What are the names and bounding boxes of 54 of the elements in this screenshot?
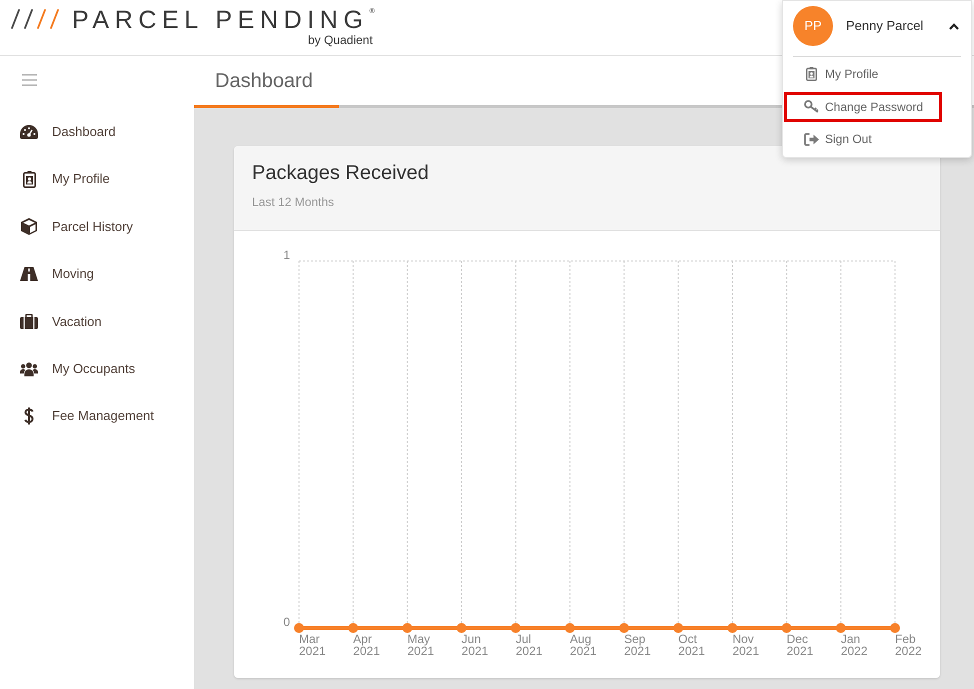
avatar: PP — [793, 6, 833, 46]
data-point — [782, 623, 792, 633]
chevron-up-icon[interactable] — [949, 22, 959, 30]
sidebar-item[interactable]: Vacation — [0, 298, 194, 345]
data-point — [402, 623, 412, 633]
road-icon — [20, 266, 38, 281]
suitcase-icon — [20, 314, 38, 329]
x-axis-label: Oct 2021 — [678, 632, 705, 658]
x-axis-label: Jul 2021 — [516, 632, 542, 658]
data-point — [890, 623, 900, 633]
sidebar-item[interactable]: Parcel History — [0, 202, 194, 250]
data-point — [673, 623, 684, 633]
x-axis-label: Jun 2021 — [462, 632, 488, 658]
x-axis-label: Dec 2021 — [786, 632, 814, 658]
data-point — [510, 623, 521, 633]
y-axis-label: 1 — [283, 248, 290, 262]
id-badge-icon — [806, 67, 817, 81]
users-icon — [20, 360, 38, 377]
x-axis-label: Aug 2021 — [570, 632, 597, 658]
key-icon — [804, 100, 819, 113]
x-axis-label: Mar 2021 — [299, 632, 326, 658]
data-point — [564, 623, 575, 633]
sidebar-item[interactable]: Dashboard — [0, 108, 194, 156]
x-axis-label: Feb 2022 — [895, 632, 922, 658]
menu-item[interactable]: Change Password — [784, 92, 942, 122]
dollar-icon — [24, 407, 34, 426]
logo-tagline: by Quadient — [308, 33, 373, 47]
x-axis-label: Jan 2022 — [840, 632, 868, 658]
gauge-icon — [20, 124, 38, 139]
data-point — [348, 623, 358, 633]
data-point — [456, 623, 467, 633]
data-point — [727, 623, 738, 633]
x-axis-label: Sep 2021 — [624, 632, 651, 658]
card-subtitle: Last 12 Months — [252, 195, 336, 209]
logo-wordmark: PARCEL PENDING — [72, 8, 369, 32]
x-axis-label: May 2021 — [407, 632, 434, 658]
data-point — [836, 623, 846, 633]
x-axis-label: Nov 2021 — [732, 632, 760, 658]
y-axis-label: 0 — [283, 615, 290, 629]
card-title: Packages Received — [252, 161, 430, 186]
sidebar-item[interactable]: My Profile — [0, 155, 194, 203]
slash-marks-icon — [11, 9, 59, 29]
user-name: Penny Parcel — [846, 17, 924, 36]
data-point — [294, 623, 304, 633]
menu-item[interactable]: My Profile — [784, 59, 942, 89]
sidebar-item[interactable]: My Occupants — [0, 344, 194, 392]
sidebar-item[interactable]: Moving — [0, 250, 194, 298]
id-badge-icon — [22, 170, 36, 188]
menu-item[interactable]: Sign Out — [784, 124, 942, 154]
sidebar-item[interactable]: Fee Management — [0, 392, 194, 440]
x-axis-label: Apr 2021 — [353, 632, 380, 658]
sign-out-icon — [804, 132, 819, 146]
cube-icon — [21, 218, 37, 235]
data-point — [619, 623, 630, 633]
